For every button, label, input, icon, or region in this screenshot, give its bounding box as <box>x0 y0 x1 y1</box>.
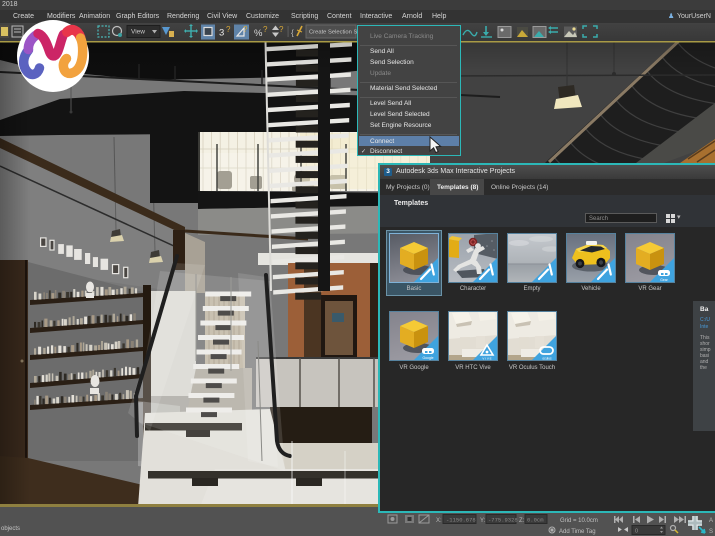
svg-text:Create Selection Se: Create Selection Se <box>309 30 361 36</box>
svg-text:3: 3 <box>219 28 224 39</box>
svg-text:Add Time Tag: Add Time Tag <box>559 529 596 535</box>
svg-text:Y:: Y: <box>480 518 486 524</box>
svg-text:Google: Google <box>423 356 434 360</box>
svg-text:A: A <box>709 518 713 524</box>
svg-text:Grid = 10.0cm: Grid = 10.0cm <box>560 518 598 524</box>
svg-text:View: View <box>131 29 145 36</box>
svg-text:X:: X: <box>436 518 442 524</box>
svg-text:V I V E: V I V E <box>482 357 491 361</box>
svg-text:?: ? <box>279 25 284 34</box>
svg-text:{: { <box>291 28 294 38</box>
svg-text:Gear: Gear <box>660 278 668 282</box>
svg-text:oculus: oculus <box>542 357 552 361</box>
svg-text:?: ? <box>263 25 268 34</box>
svg-text:S: S <box>709 529 713 535</box>
svg-text:?: ? <box>243 25 248 34</box>
svg-text:%: % <box>254 28 263 39</box>
svg-text:0.0cm: 0.0cm <box>527 517 544 524</box>
svg-text:-775.9328: -775.9328 <box>488 517 518 524</box>
svg-text:-1150.678: -1150.678 <box>446 517 476 524</box>
svg-text:Z:: Z: <box>519 518 525 524</box>
svg-text:0: 0 <box>635 529 638 535</box>
svg-text:?: ? <box>226 25 231 34</box>
